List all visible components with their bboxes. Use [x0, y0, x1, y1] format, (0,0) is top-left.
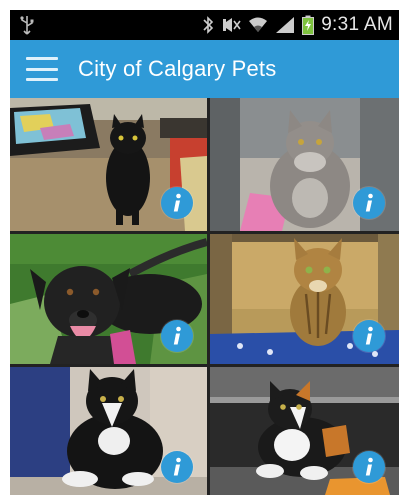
- info-button[interactable]: [353, 320, 385, 352]
- info-button[interactable]: [161, 451, 193, 483]
- pet-tile-6[interactable]: [210, 367, 399, 495]
- info-button[interactable]: [161, 320, 193, 352]
- mute-icon: [223, 18, 241, 32]
- pet-tile-1[interactable]: [10, 98, 207, 231]
- info-button[interactable]: [353, 187, 385, 219]
- signal-icon: [276, 17, 295, 33]
- app-bar: City of Calgary Pets: [10, 40, 399, 98]
- info-button[interactable]: [353, 451, 385, 483]
- bluetooth-icon: [203, 16, 214, 34]
- wifi-icon: [249, 17, 268, 32]
- info-icon: [173, 193, 181, 212]
- info-icon: [365, 457, 373, 476]
- info-icon: [365, 326, 373, 345]
- usb-icon: [20, 16, 34, 35]
- pet-tile-3[interactable]: [10, 234, 207, 364]
- info-button[interactable]: [161, 187, 193, 219]
- status-bar: 9:31 AM: [10, 10, 399, 40]
- info-icon: [173, 457, 181, 476]
- info-icon: [173, 326, 181, 345]
- hamburger-menu-icon[interactable]: [26, 54, 62, 84]
- pet-grid: [10, 98, 399, 495]
- info-icon: [365, 193, 373, 212]
- pet-tile-5[interactable]: [10, 367, 207, 495]
- pet-tile-4[interactable]: [210, 234, 399, 364]
- pet-tile-2[interactable]: [210, 98, 399, 231]
- app-title: City of Calgary Pets: [78, 56, 277, 81]
- phone-screen: 9:31 AM City of Calgary Pets: [10, 10, 399, 495]
- battery-icon: [302, 15, 315, 35]
- status-time: 9:31 AM: [321, 14, 393, 35]
